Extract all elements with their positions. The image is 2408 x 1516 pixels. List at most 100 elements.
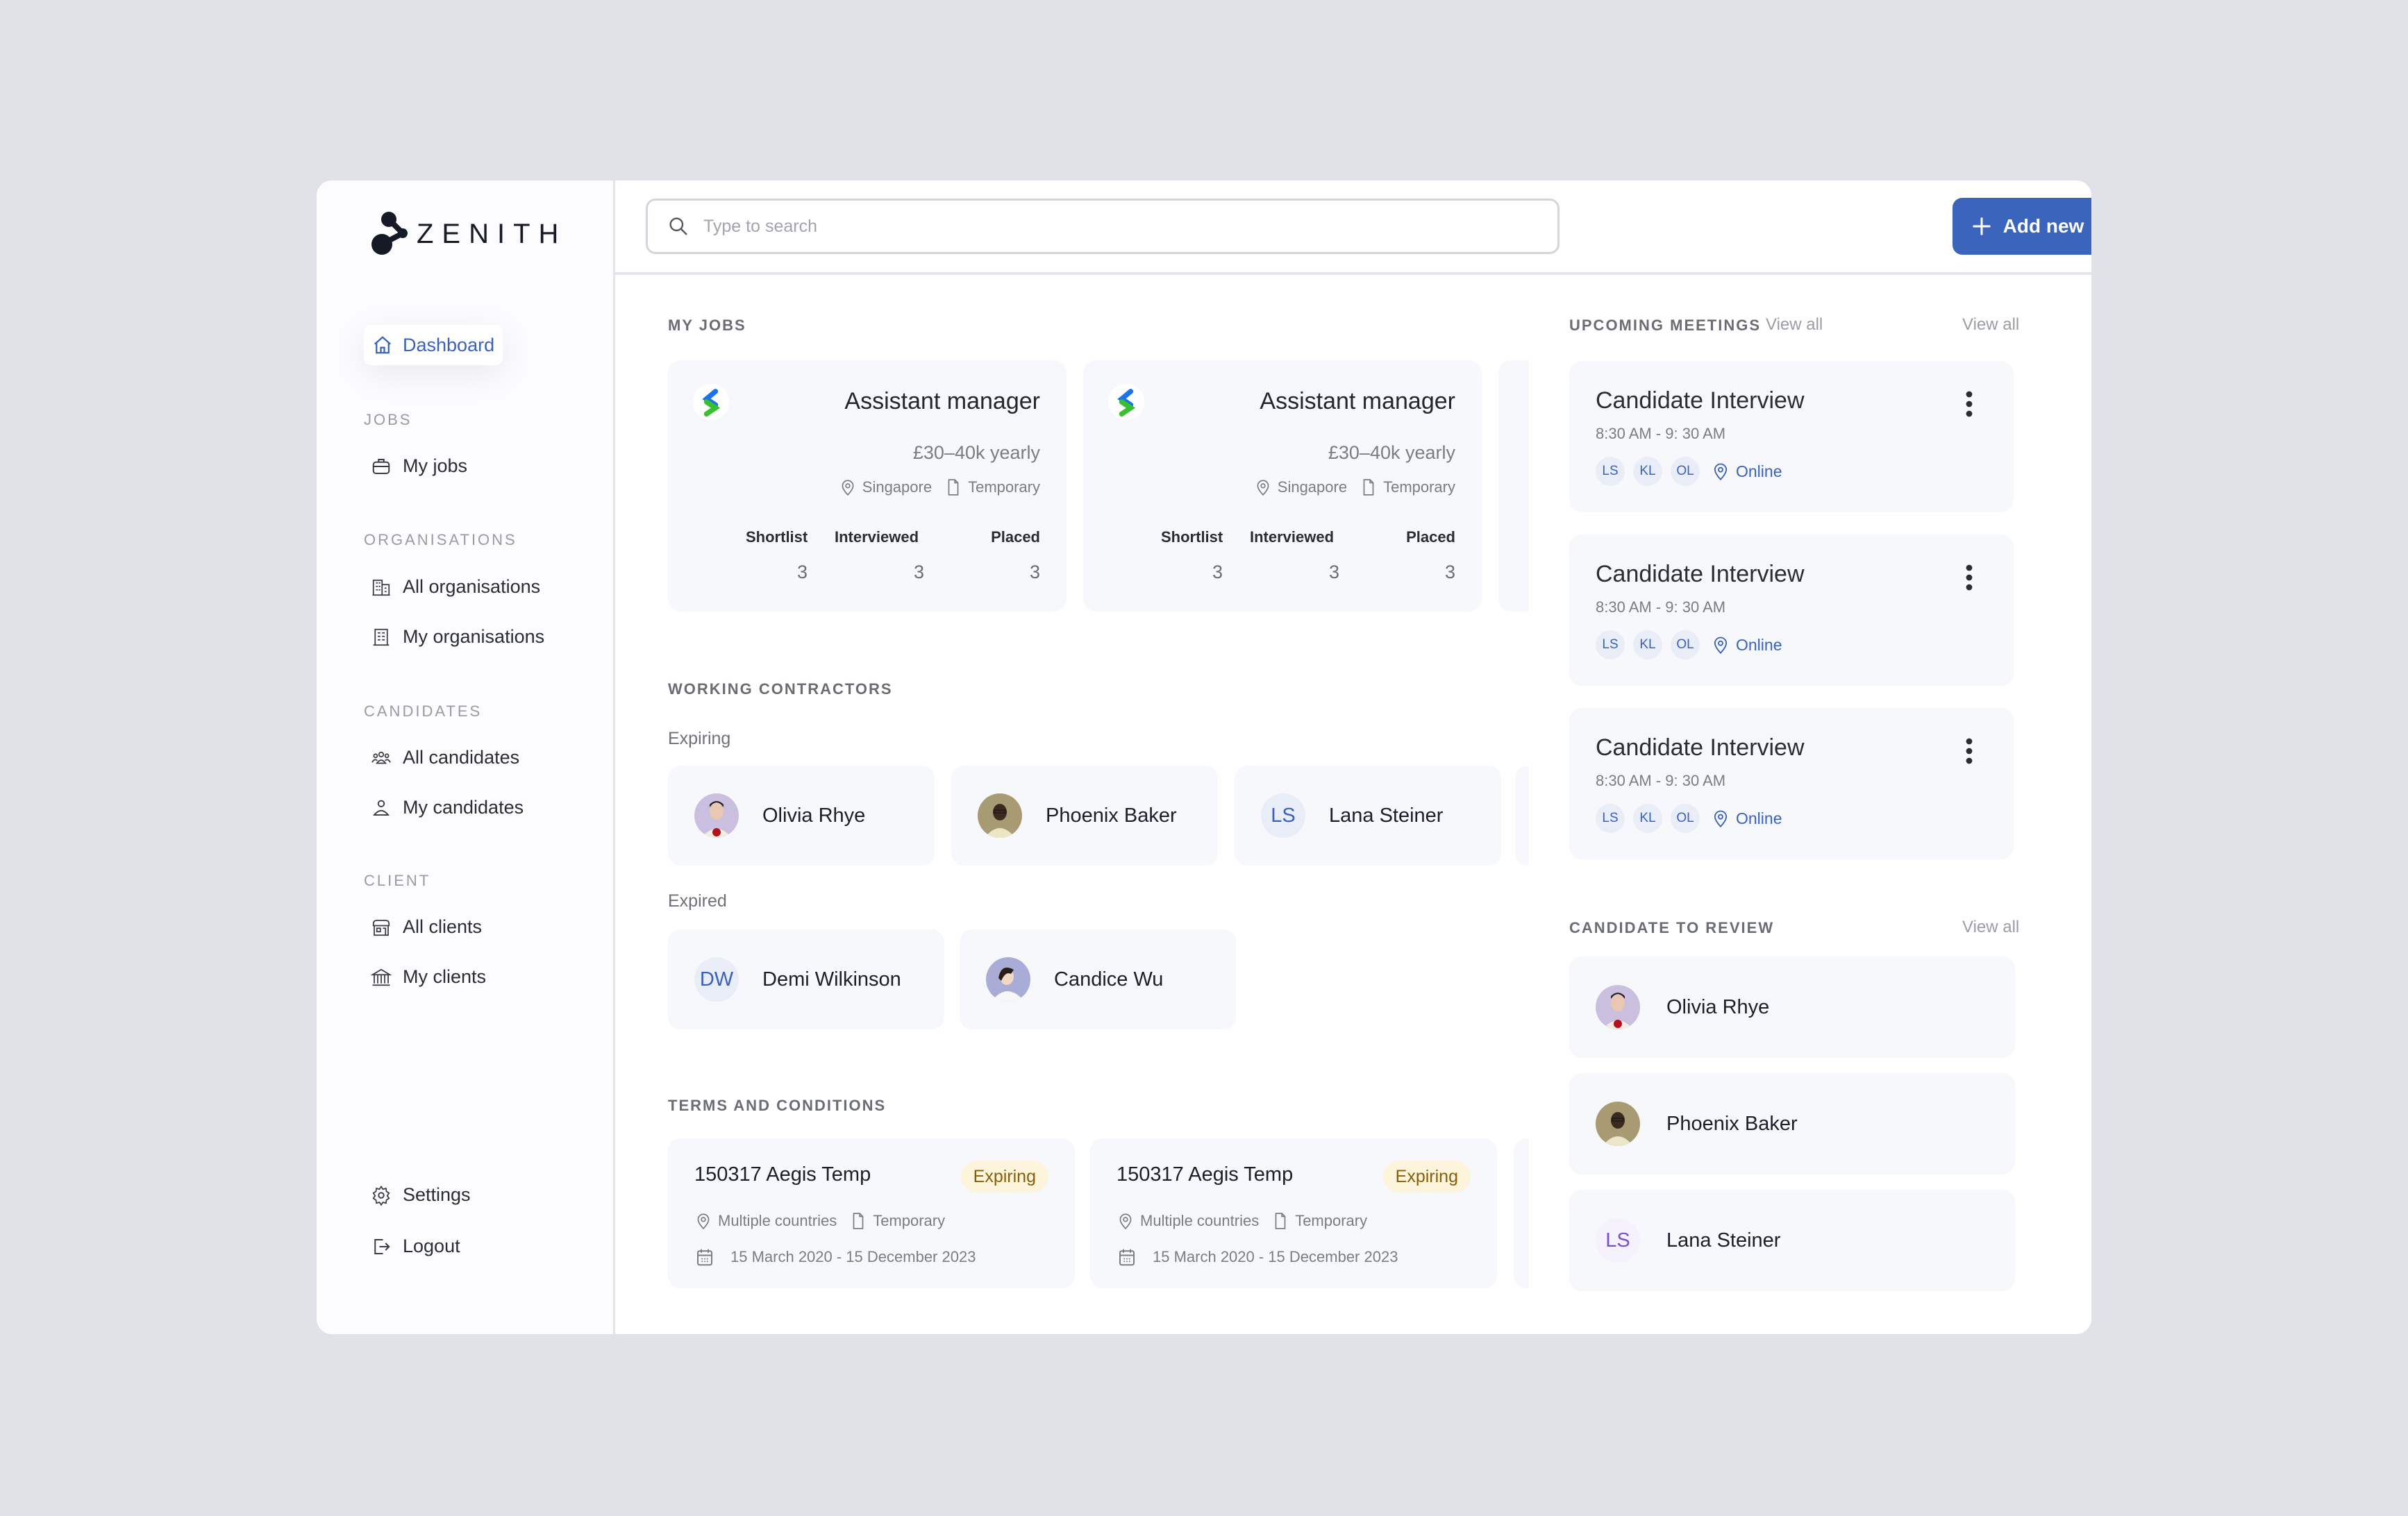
sidebar-item-all-clients[interactable]: All clients	[371, 916, 482, 938]
contractor-card[interactable]: DW Demi Wilkinson	[668, 929, 944, 1029]
contractor-name: Candice Wu	[1054, 968, 1164, 991]
terms-card[interactable]: 150317 Aegis Temp Expiring Multiple coun…	[668, 1138, 1075, 1288]
stat-value-interviewed: 3	[1329, 562, 1340, 582]
sidebar-item-my-organisations[interactable]: My organisations	[371, 626, 544, 648]
job-type: Temporary	[968, 478, 1040, 496]
candidate-name: Olivia Rhye	[1666, 995, 1770, 1018]
job-title: Assistant manager	[844, 388, 1040, 414]
document-icon	[1360, 478, 1378, 496]
attendee-chip[interactable]: KL	[1633, 630, 1662, 659]
plus-icon	[1972, 217, 1991, 235]
sidebar-item-label: My candidates	[403, 797, 524, 818]
attendee-chip[interactable]: LS	[1596, 630, 1625, 659]
expired-label: Expired	[668, 891, 727, 911]
job-card-overflow[interactable]	[1498, 360, 1529, 612]
review-candidate-card[interactable]: Phoenix Baker	[1569, 1073, 2015, 1174]
meetings-view-all-link[interactable]: View all	[1962, 315, 2019, 335]
briefcase-icon	[372, 458, 390, 474]
sidebar: ZENITH Dashboard JOBS My jobs ORGANISATI…	[317, 180, 615, 1334]
review-view-all-link[interactable]: View all	[1962, 918, 2019, 937]
app-window: ZENITH Dashboard JOBS My jobs ORGANISATI…	[317, 180, 2091, 1334]
more-options-icon[interactable]	[1962, 737, 1976, 765]
avatar-photo	[1596, 1102, 1640, 1146]
attendee-chip[interactable]: KL	[1633, 804, 1662, 833]
stat-label-shortlist: Shortlist	[746, 528, 808, 546]
contractor-card[interactable]: Candice Wu	[960, 929, 1236, 1029]
terms-type: Temporary	[1295, 1212, 1368, 1229]
my-jobs-title: MY JOBS	[668, 317, 746, 334]
meeting-title: Candidate Interview	[1596, 387, 1805, 414]
attendee-chip[interactable]: OL	[1671, 630, 1700, 659]
meeting-location: Online	[1711, 635, 1782, 655]
avatar-photo	[986, 957, 1030, 1002]
more-options-icon[interactable]	[1962, 390, 1976, 418]
sidebar-item-dashboard[interactable]: Dashboard	[364, 325, 503, 365]
terms-location: Multiple countries	[1140, 1212, 1260, 1229]
sidebar-item-label: My organisations	[403, 626, 545, 647]
contractor-card-overflow[interactable]	[1515, 766, 1529, 866]
review-candidate-card[interactable]: LS Lana Steiner	[1569, 1190, 2015, 1291]
sidebar-section-client: CLIENT	[364, 872, 431, 889]
location-pin-icon	[839, 478, 857, 496]
search-box[interactable]	[646, 199, 1560, 254]
sidebar-item-label: Settings	[403, 1184, 471, 1205]
avatar-photo	[1596, 985, 1640, 1029]
sidebar-section-organisations: ORGANISATIONS	[364, 531, 517, 548]
contractor-name: Lana Steiner	[1329, 804, 1444, 827]
sidebar-item-label: Dashboard	[403, 334, 495, 355]
meeting-attendees: LS KL OL Online	[1596, 630, 1782, 659]
avatar	[978, 793, 1022, 838]
sidebar-item-my-clients[interactable]: My clients	[371, 966, 486, 988]
terms-meta: Multiple countries Temporary	[694, 1212, 945, 1230]
sidebar-item-my-jobs[interactable]: My jobs	[371, 455, 467, 477]
terms-card-overflow[interactable]	[1514, 1138, 1529, 1288]
attendee-chip[interactable]: OL	[1671, 804, 1700, 833]
zenith-logo-icon	[371, 212, 408, 255]
meeting-card[interactable]: Candidate Interview 8:30 AM - 9: 30 AM L…	[1569, 534, 2014, 686]
meeting-location: Online	[1711, 809, 1782, 828]
logout-icon	[374, 1238, 390, 1254]
add-new-button[interactable]: Add new	[1953, 198, 2091, 255]
attendee-chip[interactable]: KL	[1633, 457, 1662, 486]
terms-location: Multiple countries	[718, 1212, 837, 1229]
sidebar-item-settings[interactable]: Settings	[371, 1184, 471, 1206]
terms-meta: Multiple countries Temporary	[1117, 1212, 1367, 1230]
sidebar-item-logout[interactable]: Logout	[371, 1236, 460, 1257]
attendee-chip[interactable]: LS	[1596, 804, 1625, 833]
sidebar-item-all-candidates[interactable]: All candidates	[371, 747, 519, 768]
job-card[interactable]: Assistant manager £30–40k yearly Singapo…	[668, 360, 1067, 612]
attendee-chip[interactable]: LS	[1596, 457, 1625, 486]
sidebar-item-label: All candidates	[403, 747, 520, 768]
search-input[interactable]	[703, 216, 1537, 237]
job-location: Singapore	[1277, 478, 1348, 496]
calendar-icon	[1117, 1247, 1137, 1267]
sidebar-item-my-candidates[interactable]: My candidates	[371, 797, 524, 818]
contractor-card[interactable]: Phoenix Baker	[951, 766, 1218, 866]
avatar-photo	[694, 793, 739, 838]
terms-dates: 15 March 2020 - 15 December 2023	[694, 1247, 976, 1267]
company-logo-icon	[693, 384, 729, 420]
meeting-card[interactable]: Candidate Interview 8:30 AM - 9: 30 AM L…	[1569, 361, 2014, 512]
brand-logo[interactable]: ZENITH	[371, 210, 567, 258]
review-candidate-card[interactable]: Olivia Rhye	[1569, 957, 2015, 1058]
top-bar: Add new 2	[615, 180, 2091, 275]
attendee-chip[interactable]: OL	[1671, 457, 1700, 486]
job-type: Temporary	[1383, 478, 1455, 496]
stat-value-placed: 3	[1029, 562, 1040, 582]
sidebar-item-label: All organisations	[403, 576, 541, 597]
terms-card[interactable]: 150317 Aegis Temp Expiring Multiple coun…	[1090, 1138, 1497, 1288]
avatar	[986, 957, 1030, 1002]
more-options-icon[interactable]	[1962, 564, 1976, 591]
my-jobs-view-all-link[interactable]: View all	[1766, 315, 1823, 335]
document-icon	[1271, 1212, 1289, 1230]
user-icon	[373, 800, 390, 816]
stat-label-placed: Placed	[991, 528, 1040, 546]
sidebar-item-all-organisations[interactable]: All organisations	[371, 576, 540, 598]
contractor-card[interactable]: Olivia Rhye	[668, 766, 935, 866]
contractor-card[interactable]: LS Lana Steiner	[1235, 766, 1501, 866]
meeting-card[interactable]: Candidate Interview 8:30 AM - 9: 30 AM L…	[1569, 708, 2014, 859]
location-pin-icon	[1254, 478, 1272, 496]
meeting-location-label: Online	[1736, 635, 1782, 654]
job-card[interactable]: Assistant manager £30–40k yearly Singapo…	[1083, 360, 1482, 612]
meeting-title: Candidate Interview	[1596, 561, 1805, 587]
